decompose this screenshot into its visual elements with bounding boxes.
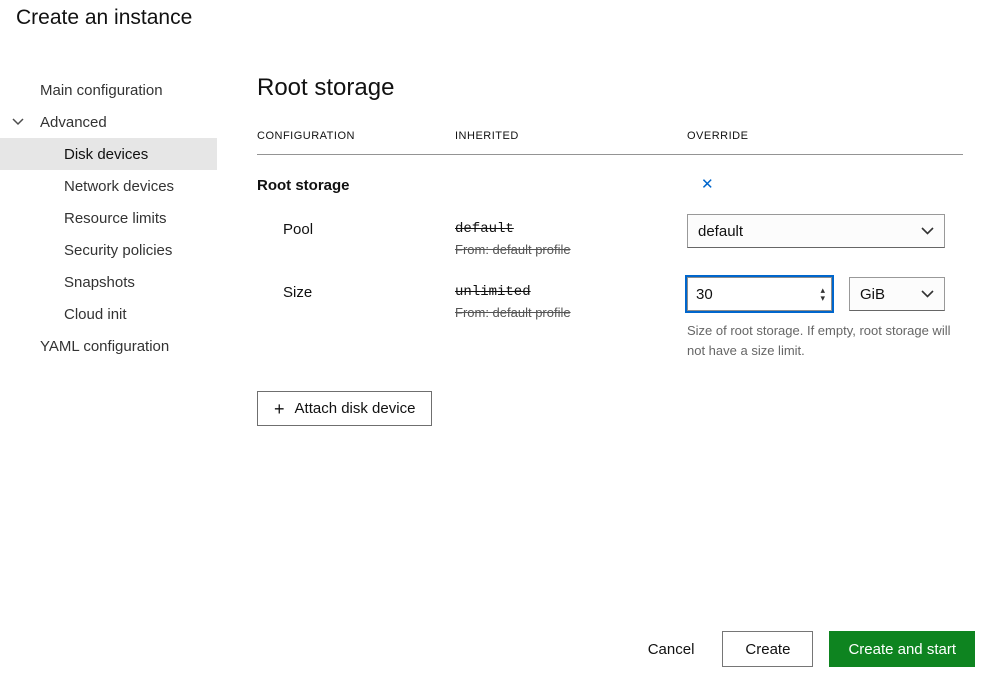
cancel-button[interactable]: Cancel xyxy=(636,631,707,667)
size-row: Size unlimited From: default profile ▴ ▾ xyxy=(257,277,963,361)
sidebar-item-main-configuration[interactable]: Main configuration xyxy=(0,74,217,106)
chevron-down-icon[interactable] xyxy=(12,118,24,126)
sidebar-item-resource-limits[interactable]: Resource limits xyxy=(0,202,217,234)
clear-override-button[interactable]: ✕ xyxy=(687,175,714,192)
size-inherited-cell: unlimited From: default profile xyxy=(455,277,687,320)
size-input[interactable] xyxy=(687,277,832,311)
size-help-text: Size of root storage. If empty, root sto… xyxy=(687,321,963,361)
column-header-override: OVERRIDE xyxy=(687,130,963,142)
page-title: Create an instance xyxy=(16,6,192,30)
stepper-down-icon[interactable]: ▾ xyxy=(820,294,825,302)
size-inherited-value: unlimited xyxy=(455,284,687,300)
column-header-configuration: CONFIGURATION xyxy=(257,130,455,142)
chevron-down-icon xyxy=(921,227,934,235)
size-controls: ▴ ▾ GiB xyxy=(687,277,963,311)
sidebar-item-label: Cloud init xyxy=(64,306,127,323)
sidebar-item-snapshots[interactable]: Snapshots xyxy=(0,266,217,298)
pool-override-cell: default xyxy=(687,214,963,248)
main-content: Root storage CONFIGURATION INHERITED OVE… xyxy=(257,74,963,426)
chevron-down-icon xyxy=(921,290,934,298)
pool-inherited-cell: default From: default profile xyxy=(455,214,687,257)
sidebar-item-label: YAML configuration xyxy=(40,338,169,355)
sidebar-item-label: Disk devices xyxy=(64,146,148,163)
unit-select-value: GiB xyxy=(860,286,885,303)
unit-select[interactable]: GiB xyxy=(849,277,945,311)
attach-disk-device-button[interactable]: + Attach disk device xyxy=(257,391,432,426)
size-override-cell: ▴ ▾ GiB Size of root storage. If empty, … xyxy=(687,277,963,361)
config-table: CONFIGURATION INHERITED OVERRIDE Root st… xyxy=(257,130,963,361)
footer: Cancel Create Create and start xyxy=(636,631,975,667)
plus-icon: + xyxy=(274,400,285,418)
sidebar-item-label: Advanced xyxy=(40,114,107,131)
sidebar-item-label: Security policies xyxy=(64,242,172,259)
attach-disk-device-label: Attach disk device xyxy=(295,400,416,417)
sidebar-item-advanced[interactable]: Advanced xyxy=(0,106,217,138)
sidebar-item-label: Main configuration xyxy=(40,82,163,99)
section-heading: Root storage xyxy=(257,74,963,102)
sidebar-item-label: Network devices xyxy=(64,178,174,195)
device-name: Root storage xyxy=(257,175,455,194)
sidebar-item-yaml-configuration[interactable]: YAML configuration xyxy=(0,330,217,362)
pool-inherited-value: default xyxy=(455,221,687,237)
close-icon: ✕ xyxy=(701,176,714,193)
sidebar-item-network-devices[interactable]: Network devices xyxy=(0,170,217,202)
column-header-inherited: INHERITED xyxy=(455,130,687,142)
create-and-start-button[interactable]: Create and start xyxy=(829,631,975,667)
create-button[interactable]: Create xyxy=(722,631,813,667)
number-stepper: ▴ ▾ xyxy=(820,286,825,302)
sidebar-item-security-policies[interactable]: Security policies xyxy=(0,234,217,266)
sidebar-item-disk-devices[interactable]: Disk devices xyxy=(0,138,217,170)
size-input-wrap: ▴ ▾ xyxy=(687,277,832,311)
size-label: Size xyxy=(257,277,455,301)
sidebar-item-label: Resource limits xyxy=(64,210,167,227)
pool-select-value: default xyxy=(698,223,743,240)
root-storage-override-cell: ✕ xyxy=(687,175,963,194)
pool-label: Pool xyxy=(257,214,455,238)
table-header-row: CONFIGURATION INHERITED OVERRIDE xyxy=(257,130,963,155)
pool-row: Pool default From: default profile defau… xyxy=(257,214,963,257)
sidebar-item-cloud-init[interactable]: Cloud init xyxy=(0,298,217,330)
pool-inherited-source: From: default profile xyxy=(455,242,687,257)
create-instance-page: Create an instance Main configuration Ad… xyxy=(0,0,991,681)
pool-select[interactable]: default xyxy=(687,214,945,248)
size-inherited-source: From: default profile xyxy=(455,305,687,320)
sidebar-item-label: Snapshots xyxy=(64,274,135,291)
sidebar: Main configuration Advanced Disk devices… xyxy=(0,74,217,362)
root-storage-row: Root storage ✕ xyxy=(257,175,963,194)
